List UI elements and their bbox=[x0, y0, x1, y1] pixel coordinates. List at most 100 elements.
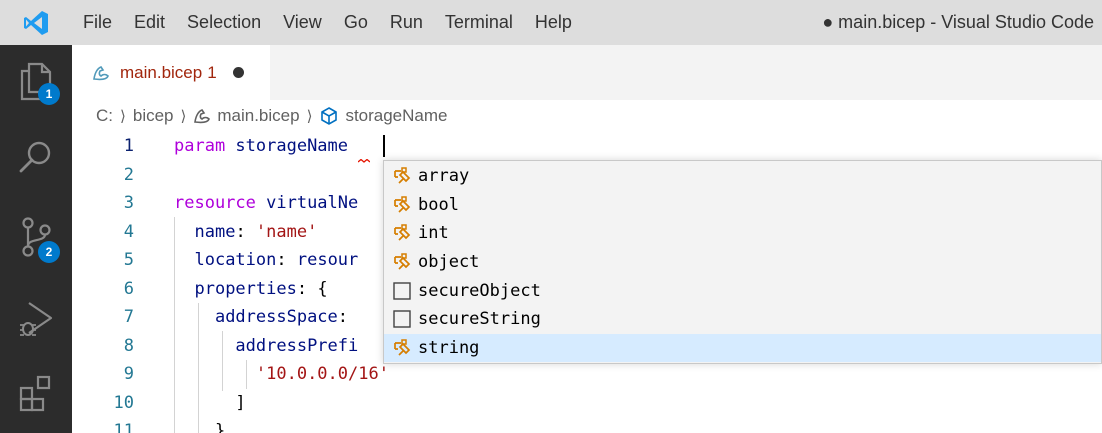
code-token: : bbox=[337, 307, 359, 327]
explorer-badge: 1 bbox=[38, 83, 60, 105]
code-token: virtualNe bbox=[255, 193, 359, 213]
text-cursor bbox=[383, 135, 385, 157]
line-number: 8 bbox=[123, 335, 134, 356]
code-line: addressPrefi bbox=[174, 332, 358, 361]
menu-bar: File Edit Selection View Go Run Terminal Help bbox=[72, 0, 583, 45]
code-line: location: resour bbox=[174, 246, 358, 275]
line-number: 3 bbox=[123, 193, 134, 213]
type-parameter-icon bbox=[390, 336, 414, 360]
code-line: ] bbox=[174, 389, 245, 418]
code-token: '10.0.0.0/16' bbox=[255, 364, 389, 384]
line-number: 10 bbox=[113, 392, 134, 413]
run-debug-icon bbox=[20, 302, 53, 336]
code-token: 'name' bbox=[255, 221, 318, 242]
line-number: 9 bbox=[123, 364, 134, 384]
chevron-right-icon: ⟩ bbox=[306, 108, 313, 125]
bicep-file-icon bbox=[193, 107, 211, 125]
code-token: param bbox=[174, 136, 226, 156]
suggestion-label: secureObject bbox=[418, 280, 541, 301]
suggestion-item[interactable]: array bbox=[384, 162, 1101, 191]
menu-view[interactable]: View bbox=[272, 0, 333, 45]
code-token: location bbox=[194, 250, 277, 270]
code-line: name: 'name' bbox=[174, 218, 317, 247]
code-line: addressSpace: bbox=[174, 303, 358, 332]
code-token: addressPrefi bbox=[235, 335, 359, 356]
menu-help[interactable]: Help bbox=[524, 0, 583, 45]
activity-bar: 1 2 bbox=[0, 45, 72, 433]
menu-go[interactable]: Go bbox=[333, 0, 379, 45]
suggestion-item[interactable]: string bbox=[384, 333, 1101, 363]
line-number: 11 bbox=[113, 421, 134, 433]
breadcrumb: C: ⟩ bicep ⟩ main.bicep ⟩ storageName bbox=[72, 100, 1102, 132]
menu-edit[interactable]: Edit bbox=[123, 0, 176, 45]
type-parameter-icon bbox=[390, 221, 414, 245]
suggestion-label: array bbox=[418, 166, 470, 187]
code-token: } bbox=[214, 421, 226, 433]
suggestion-item[interactable]: int bbox=[384, 219, 1101, 248]
suggestion-label: object bbox=[418, 252, 480, 273]
code-line: } bbox=[174, 417, 225, 433]
code-line: properties: { bbox=[174, 275, 328, 304]
line-number: 2 bbox=[123, 164, 134, 185]
breadcrumb-folder[interactable]: bicep bbox=[133, 106, 174, 126]
unsaved-dot-icon[interactable] bbox=[232, 67, 244, 78]
window-title: ● main.bicep - Visual Studio Code bbox=[822, 12, 1094, 32]
code-token: name bbox=[194, 221, 236, 242]
extensions-icon bbox=[19, 375, 51, 412]
suggestion-item[interactable]: object bbox=[384, 248, 1101, 277]
snippet-icon bbox=[390, 279, 414, 303]
title-bar: File Edit Selection View Go Run Terminal Help ●… bbox=[0, 0, 1102, 45]
line-number: 5 bbox=[123, 250, 134, 270]
breadcrumb-file[interactable]: main.bicep bbox=[217, 106, 299, 126]
symbol-field-icon bbox=[319, 106, 339, 126]
breadcrumb-symbol[interactable]: storageName bbox=[345, 106, 447, 126]
chevron-right-icon: ⟩ bbox=[120, 108, 126, 125]
activity-explorer[interactable]: 1 bbox=[0, 45, 72, 117]
error-squiggle bbox=[358, 159, 370, 163]
code-token: : { bbox=[296, 278, 328, 299]
menu-file[interactable]: File bbox=[72, 0, 123, 45]
code-token: addressSpace bbox=[214, 307, 338, 327]
activity-extensions[interactable] bbox=[0, 357, 72, 429]
code-token: resour bbox=[296, 250, 359, 270]
suggestion-item[interactable]: bool bbox=[384, 191, 1101, 220]
menu-terminal[interactable]: Terminal bbox=[434, 0, 524, 45]
vscode-logo-icon bbox=[0, 0, 72, 45]
suggestion-label: int bbox=[418, 223, 449, 244]
suggestion-label: bool bbox=[418, 194, 459, 215]
bicep-file-icon bbox=[93, 65, 109, 80]
search-icon bbox=[19, 141, 51, 173]
code-token: : bbox=[276, 250, 297, 270]
line-number: 4 bbox=[123, 221, 134, 242]
source-control-badge: 2 bbox=[38, 241, 60, 263]
activity-run-debug[interactable] bbox=[0, 283, 72, 355]
code-token: storageName bbox=[225, 136, 359, 156]
tab-main-bicep[interactable]: main.bicep 1 bbox=[72, 45, 270, 100]
tab-problem-count: 1 bbox=[207, 62, 217, 82]
suggestion-item[interactable]: secureString bbox=[384, 305, 1101, 334]
code-token: : bbox=[235, 221, 256, 242]
code-token: resource bbox=[174, 193, 256, 213]
suggestion-item[interactable]: secureObject bbox=[384, 276, 1101, 305]
code-line: resource virtualNe bbox=[174, 189, 358, 218]
tab-bar: main.bicep 1 bbox=[72, 45, 1102, 100]
code-line: param storageName bbox=[174, 132, 358, 161]
suggestion-widget: array bool int object secureObject secureStri… bbox=[383, 160, 1102, 364]
menu-run[interactable]: Run bbox=[379, 0, 434, 45]
code-line: '10.0.0.0/16' bbox=[174, 360, 389, 389]
breadcrumb-root[interactable]: C: bbox=[96, 106, 113, 126]
activity-source-control[interactable]: 2 bbox=[0, 201, 72, 273]
suggestion-label: secureString bbox=[418, 309, 541, 330]
tab-label: main.bicep bbox=[120, 62, 203, 82]
activity-search[interactable] bbox=[0, 121, 72, 193]
snippet-icon bbox=[390, 307, 414, 331]
line-number: 6 bbox=[123, 278, 134, 299]
menu-selection[interactable]: Selection bbox=[176, 0, 272, 45]
code-token: properties bbox=[194, 278, 297, 299]
